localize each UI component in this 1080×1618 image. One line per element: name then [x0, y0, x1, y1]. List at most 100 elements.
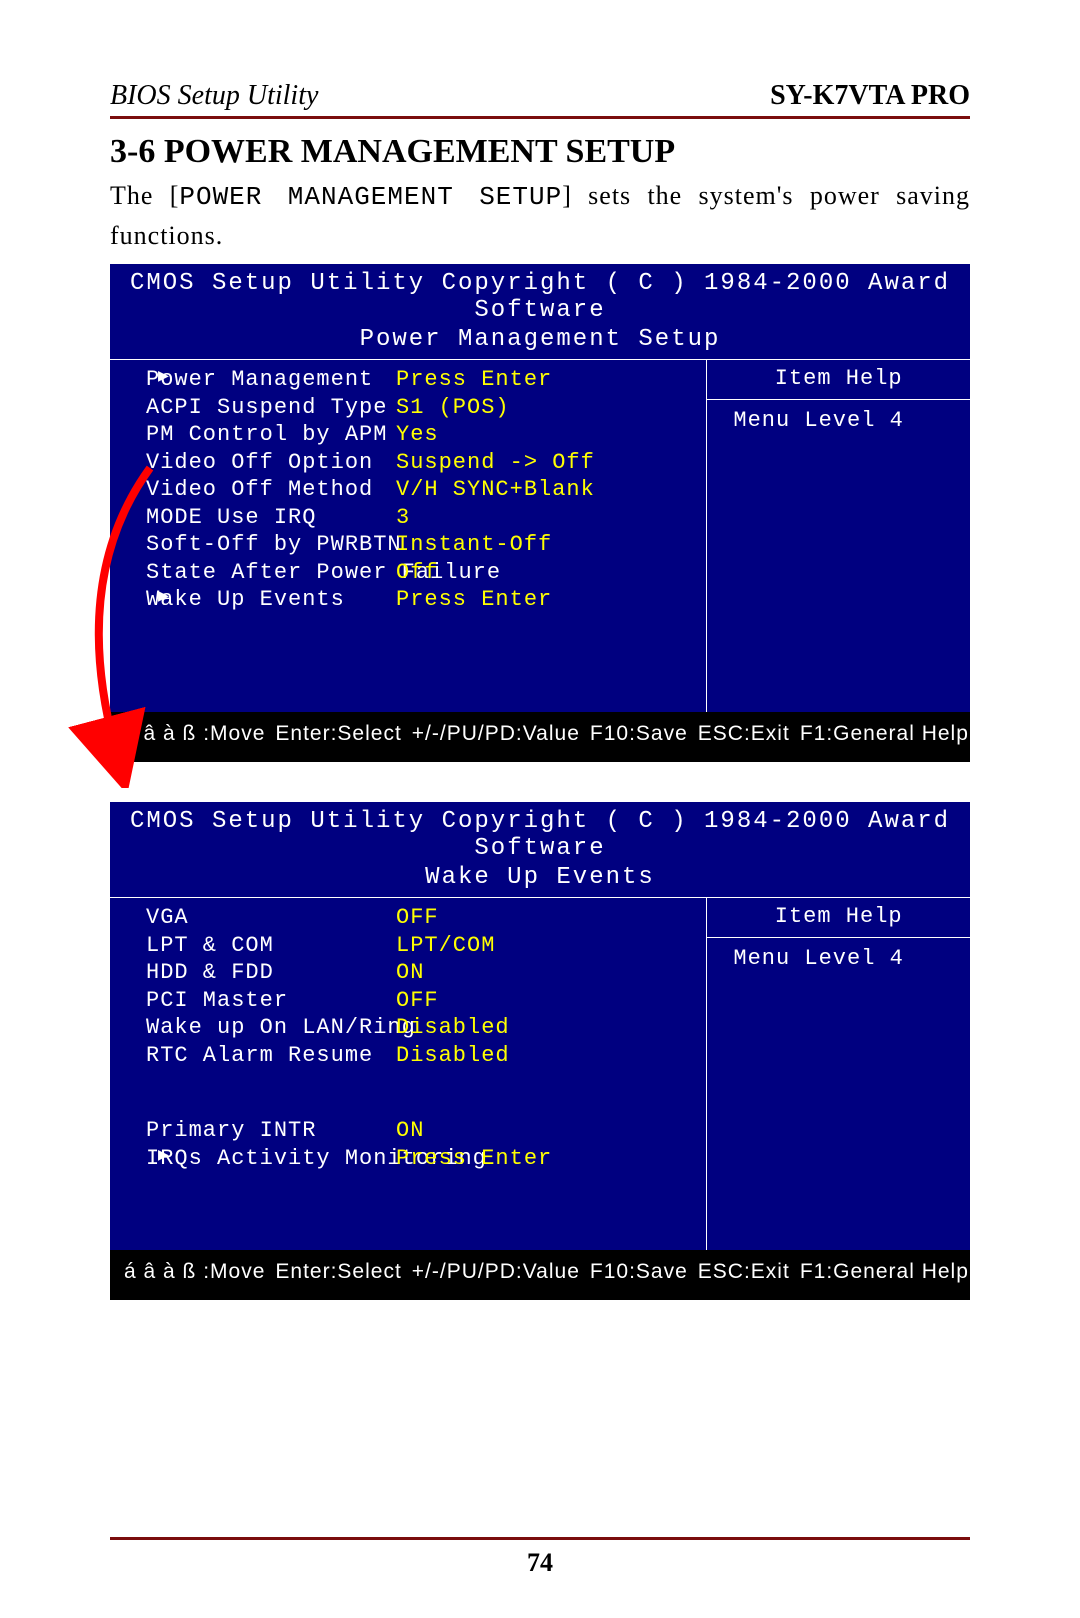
setting-value: OFF	[396, 904, 439, 932]
foot-move: á â à ß :Move	[124, 722, 265, 746]
setting-row: RTC Alarm ResumeDisabled	[146, 1042, 696, 1070]
setting-row: PCI MasterOFF	[146, 987, 696, 1015]
footer-rule	[110, 1537, 970, 1540]
submenu-indicator-icon: ▶	[158, 586, 170, 609]
foot-opt: F7: Optimized Defaults	[720, 760, 956, 762]
setting-value: S1 (POS)	[396, 394, 510, 422]
setting-row: Primary INTRON	[146, 1117, 696, 1145]
section-title: 3-6 POWER MANAGEMENT SETUP	[110, 133, 970, 171]
setting-row: ▶Wake Up EventsPress Enter	[146, 586, 696, 614]
bios1-help-line: Menu Level 4	[719, 408, 958, 433]
setting-value: V/H SYNC+Blank	[396, 476, 595, 504]
setting-name: Video Off Option	[146, 449, 396, 477]
setting-name: VGA	[146, 904, 396, 932]
setting-name: Primary INTR	[146, 1117, 396, 1145]
setting-name: Video Off Method	[146, 476, 396, 504]
setting-row: State After Power FailureOff	[146, 559, 696, 587]
submenu-indicator-icon: ▶	[158, 366, 170, 389]
setting-value: Yes	[396, 421, 439, 449]
bios1-title: CMOS Setup Utility Copyright ( C ) 1984-…	[110, 264, 970, 326]
header-left: BIOS Setup Utility	[110, 80, 318, 112]
setting-row: Wake up On LAN/RingDisabled	[146, 1014, 696, 1042]
setting-row: PM Control by APMYes	[146, 421, 696, 449]
setting-name: LPT & COM	[146, 932, 396, 960]
page-number: 74	[0, 1548, 1080, 1578]
setting-value: Disabled	[396, 1014, 510, 1042]
foot-save: F10:Save	[590, 1260, 688, 1284]
setting-name: MODE Use IRQ	[146, 504, 396, 532]
setting-name: PCI Master	[146, 987, 396, 1015]
foot-fail: F6:Fail-Safe Defaults	[412, 760, 630, 762]
setting-name: PM Control by APM	[146, 421, 396, 449]
foot-opt: F7: Optimized Defaults	[720, 1298, 956, 1300]
setting-row: Video Off MethodV/H SYNC+Blank	[146, 476, 696, 504]
setting-name: HDD & FDD	[146, 959, 396, 987]
setting-value: Suspend -> Off	[396, 449, 595, 477]
setting-value: Press Enter	[396, 1145, 552, 1173]
setting-row: Soft-Off by PWRBTNInstant-Off	[146, 531, 696, 559]
setting-value: 3	[396, 504, 410, 532]
foot-prev: F5:Previous Values	[124, 1298, 323, 1300]
foot-save: F10:Save	[590, 722, 688, 746]
foot-exit: ESC:Exit	[698, 1260, 790, 1284]
setting-name: State After Power Failure	[146, 559, 396, 587]
spacer	[146, 1069, 696, 1117]
setting-row: VGAOFF	[146, 904, 696, 932]
setting-value: LPT/COM	[396, 932, 495, 960]
setting-row: MODE Use IRQ3	[146, 504, 696, 532]
bios1-footer: á â à ß :Move Enter:Select +/-/PU/PD:Val…	[110, 712, 970, 762]
header-right: SY-K7VTA PRO	[770, 80, 970, 112]
setting-name: Soft-Off by PWRBTN	[146, 531, 396, 559]
setting-row: LPT & COMLPT/COM	[146, 932, 696, 960]
setting-name: ACPI Suspend Type	[146, 394, 396, 422]
setting-value: Press Enter	[396, 586, 552, 614]
bios-screen-power-management: CMOS Setup Utility Copyright ( C ) 1984-…	[110, 264, 970, 762]
setting-row: ACPI Suspend TypeS1 (POS)	[146, 394, 696, 422]
setting-value: OFF	[396, 987, 439, 1015]
setting-name: IRQs Activity Monitoring	[146, 1145, 396, 1173]
foot-select: Enter:Select	[275, 1260, 401, 1284]
foot-help: F1:General Help	[800, 1260, 969, 1284]
foot-exit: ESC:Exit	[698, 722, 790, 746]
setting-row: ▶Power ManagementPress Enter	[146, 366, 696, 394]
foot-value: +/-/PU/PD:Value	[412, 722, 580, 746]
divider	[707, 937, 970, 938]
foot-move: á â à ß :Move	[124, 1260, 265, 1284]
intro-pre: The [	[110, 181, 179, 210]
intro-cmd: POWER MANAGEMENT SETUP	[179, 182, 562, 212]
setting-value: Press Enter	[396, 366, 552, 394]
page-header: BIOS Setup Utility SY-K7VTA PRO	[110, 80, 970, 119]
setting-value: ON	[396, 959, 424, 987]
bios1-help-pane: Item Help Menu Level 4	[707, 360, 970, 712]
bios2-help-line: Menu Level 4	[719, 946, 958, 971]
bios1-subtitle: Power Management Setup	[110, 326, 970, 359]
setting-row: ▶IRQs Activity MonitoringPress Enter	[146, 1145, 696, 1173]
bios-screen-wake-up-events: CMOS Setup Utility Copyright ( C ) 1984-…	[110, 802, 970, 1300]
divider	[707, 399, 970, 400]
setting-name: Wake up On LAN/Ring	[146, 1014, 396, 1042]
bios2-help-pane: Item Help Menu Level 4	[707, 898, 970, 1250]
bios1-settings-pane: ▶Power ManagementPress EnterACPI Suspend…	[110, 360, 707, 712]
foot-prev: F5:Previous Values	[124, 760, 323, 762]
bios2-footer: á â à ß :Move Enter:Select +/-/PU/PD:Val…	[110, 1250, 970, 1300]
bios2-help-title: Item Help	[719, 904, 958, 933]
bios1-help-title: Item Help	[719, 366, 958, 395]
foot-value: +/-/PU/PD:Value	[412, 1260, 580, 1284]
setting-value: Disabled	[396, 1042, 510, 1070]
foot-select: Enter:Select	[275, 722, 401, 746]
bios2-settings-pane: VGAOFFLPT & COMLPT/COMHDD & FDDONPCI Mas…	[110, 898, 707, 1250]
setting-row: Video Off OptionSuspend -> Off	[146, 449, 696, 477]
setting-name: RTC Alarm Resume	[146, 1042, 396, 1070]
setting-value: ON	[396, 1117, 424, 1145]
setting-name: Power Management	[146, 366, 396, 394]
bios2-title: CMOS Setup Utility Copyright ( C ) 1984-…	[110, 802, 970, 864]
setting-value: Off	[396, 559, 439, 587]
foot-fail: F6:Fail-Safe Defaults	[412, 1298, 630, 1300]
setting-value: Instant-Off	[396, 531, 552, 559]
bios2-subtitle: Wake Up Events	[110, 864, 970, 897]
foot-help: F1:General Help	[800, 722, 969, 746]
setting-name: Wake Up Events	[146, 586, 396, 614]
section-intro: The [POWER MANAGEMENT SETUP] sets the sy…	[110, 177, 970, 254]
submenu-indicator-icon: ▶	[158, 1145, 170, 1168]
setting-row: HDD & FDDON	[146, 959, 696, 987]
